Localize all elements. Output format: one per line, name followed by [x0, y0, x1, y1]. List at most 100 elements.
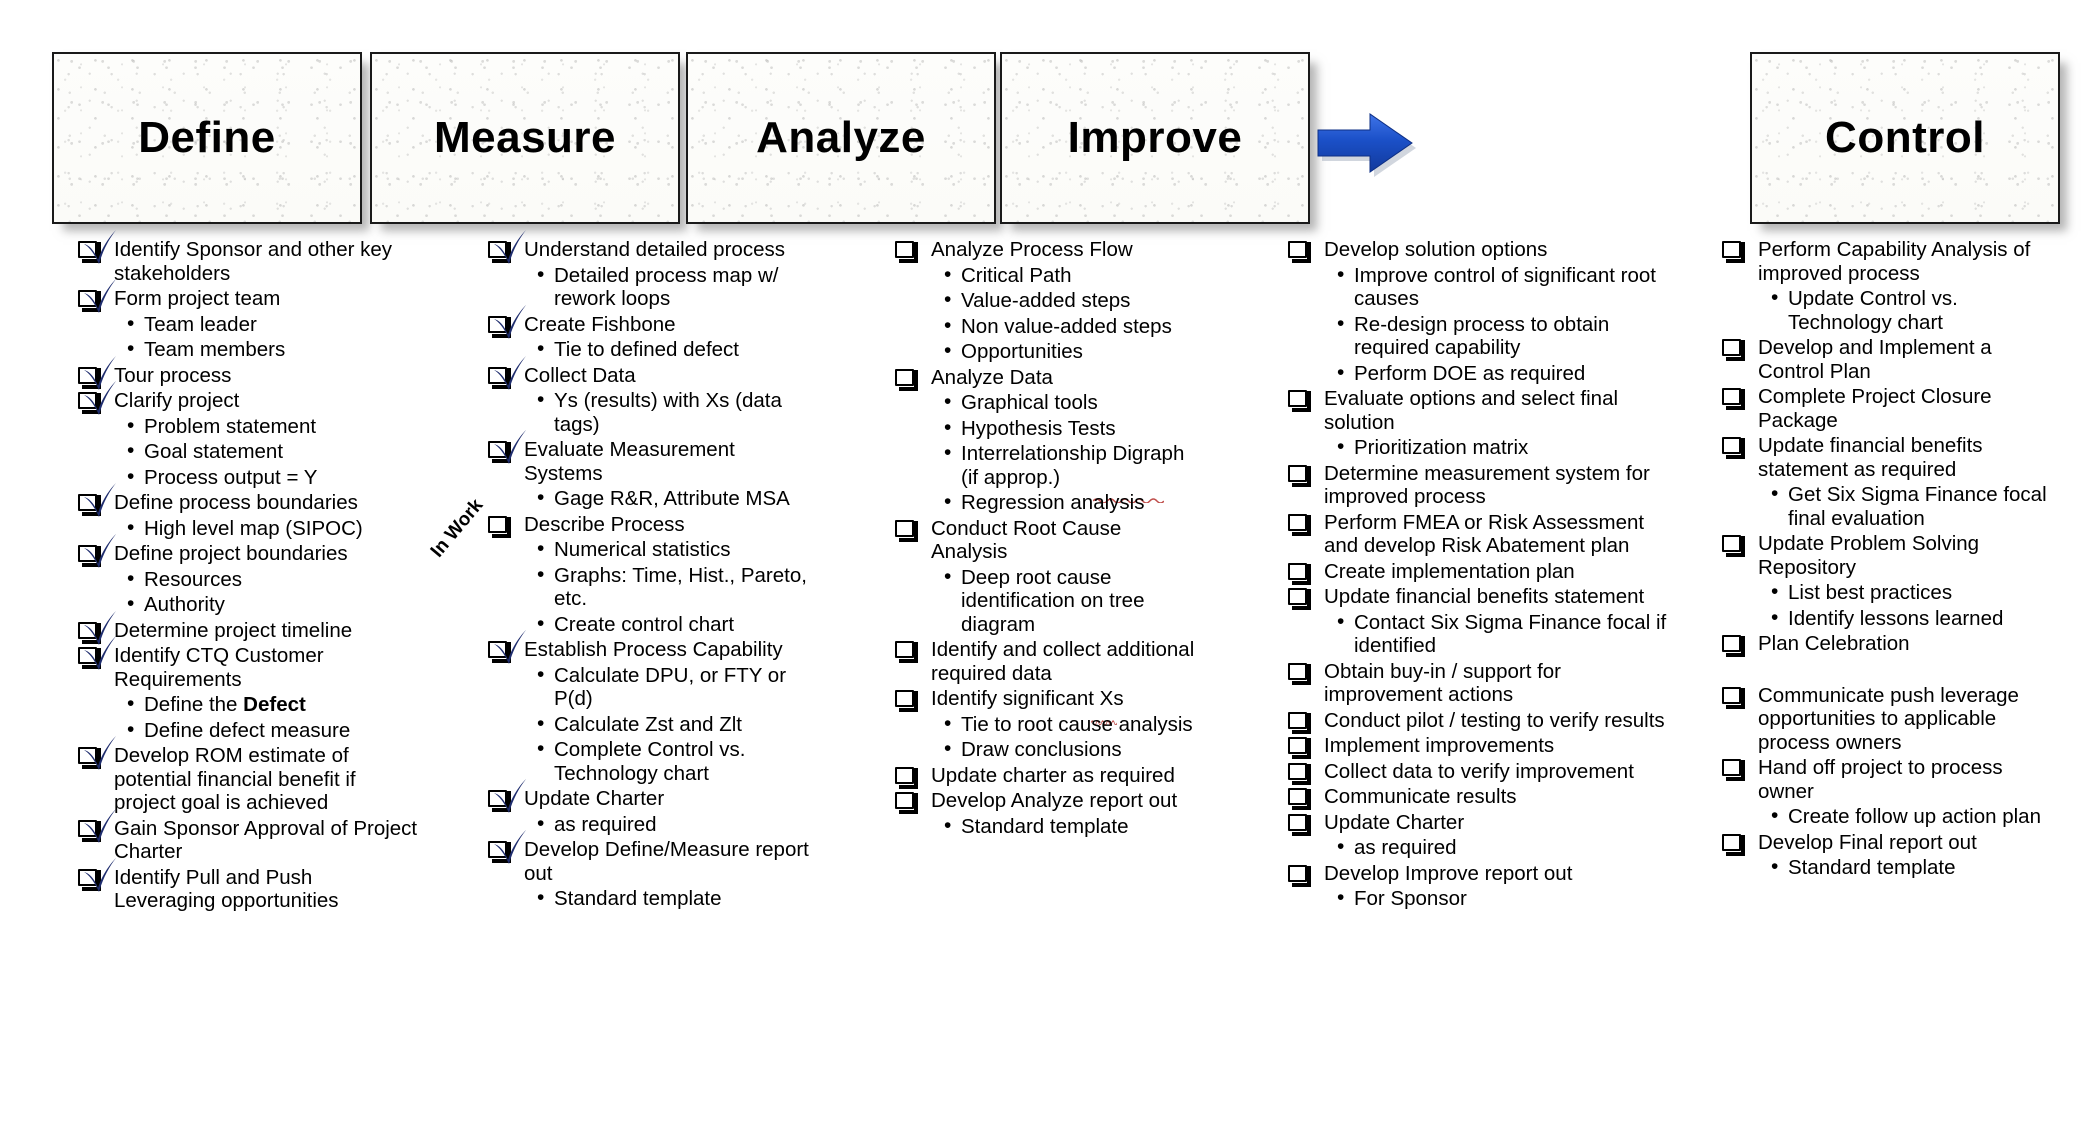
- checklist-item[interactable]: Identify Pull and Push Leveraging opport…: [78, 857, 418, 913]
- checklist-item[interactable]: Form project team: [78, 279, 418, 313]
- checklist-item[interactable]: Conduct Root Cause Analysis: [895, 517, 1200, 564]
- checklist-item[interactable]: Create implementation plan: [1288, 560, 1668, 585]
- checkbox-icon[interactable]: [488, 315, 511, 338]
- checklist-item[interactable]: Develop solution options: [1288, 238, 1668, 263]
- phase-control[interactable]: Control: [1750, 52, 2060, 224]
- checkbox-icon[interactable]: [78, 366, 101, 389]
- phase-define[interactable]: Define: [52, 52, 362, 224]
- checklist-item[interactable]: Clarify project: [78, 381, 418, 415]
- checklist-item[interactable]: Communicate push leverage opportunities …: [1722, 684, 2062, 755]
- checklist-item[interactable]: Update charter as required: [895, 764, 1200, 789]
- checklist-item[interactable]: Update Charter: [1288, 811, 1668, 836]
- checklist-item[interactable]: Hand off project to process owner: [1722, 756, 2062, 803]
- checklist-item[interactable]: Determine measurement system for improve…: [1288, 462, 1668, 509]
- checkbox-icon[interactable]: [895, 368, 918, 391]
- phase-improve[interactable]: Improve: [1000, 52, 1310, 224]
- checkbox-icon[interactable]: [895, 690, 918, 712]
- checklist-item[interactable]: Analyze Data: [895, 366, 1200, 391]
- checkbox-icon[interactable]: [895, 519, 918, 542]
- checklist-item[interactable]: Update Charter: [488, 779, 818, 813]
- checkbox-icon[interactable]: [488, 641, 511, 663]
- checklist-item[interactable]: Gain Sponsor Approval of Project Charter: [78, 808, 418, 864]
- checklist-item[interactable]: Establish Process Capability: [488, 630, 818, 664]
- checklist-item[interactable]: Perform Capability Analysis of improved …: [1722, 238, 2062, 285]
- checkbox-icon[interactable]: [1288, 762, 1311, 785]
- checkbox-icon[interactable]: [1288, 588, 1311, 610]
- checklist-item[interactable]: Evaluate Measurement Systems: [488, 430, 818, 485]
- checkbox-icon[interactable]: [78, 494, 101, 516]
- checkbox-icon[interactable]: [78, 868, 101, 891]
- checkbox-icon[interactable]: [488, 241, 511, 263]
- checklist-item[interactable]: Develop ROM estimate of potential financ…: [78, 736, 418, 815]
- checkbox-icon[interactable]: [895, 641, 918, 663]
- checkbox-icon[interactable]: [1288, 390, 1311, 412]
- checklist-item[interactable]: Evaluate options and select final soluti…: [1288, 387, 1668, 434]
- checkbox-icon[interactable]: [895, 766, 918, 789]
- checklist-item[interactable]: Identify significant Xs: [895, 687, 1200, 726]
- checkbox-icon[interactable]: [895, 241, 918, 263]
- checkbox-icon[interactable]: [78, 747, 101, 769]
- checkbox-icon[interactable]: [1288, 813, 1311, 836]
- checkbox-icon[interactable]: [1288, 662, 1311, 685]
- checkbox-icon[interactable]: [1722, 437, 1745, 459]
- checklist-item[interactable]: Collect Data: [488, 355, 818, 390]
- checkbox-icon[interactable]: [78, 819, 101, 842]
- checkbox-icon[interactable]: [488, 841, 511, 863]
- checklist-item[interactable]: Update financial benefits statement as r…: [1722, 434, 2062, 481]
- checkbox-icon[interactable]: [488, 366, 511, 389]
- checkbox-icon[interactable]: [1288, 864, 1311, 887]
- checkbox-icon[interactable]: [1722, 388, 1745, 410]
- checklist-item[interactable]: Perform FMEA or Risk Assessment and deve…: [1288, 511, 1668, 558]
- checklist-item[interactable]: Obtain buy-in / support for improvement …: [1288, 660, 1668, 707]
- checkbox-icon[interactable]: [1288, 737, 1311, 759]
- checklist-item[interactable]: Update financial benefits statement: [1288, 585, 1668, 610]
- checklist-item[interactable]: Understand detailed process: [488, 230, 818, 264]
- checkbox-icon[interactable]: [78, 290, 101, 312]
- checklist-item[interactable]: Communicate results: [1288, 785, 1668, 810]
- checkbox-icon[interactable]: [1288, 788, 1311, 810]
- checklist-item[interactable]: Develop Improve report out: [1288, 862, 1668, 887]
- checkbox-icon[interactable]: [78, 621, 101, 644]
- checkbox-icon[interactable]: [1288, 562, 1311, 585]
- checkbox-icon[interactable]: [1722, 759, 1745, 781]
- checkbox-icon[interactable]: [1722, 833, 1745, 856]
- checkbox-icon[interactable]: [488, 515, 511, 538]
- checkbox-icon[interactable]: [1288, 513, 1311, 536]
- checklist-item[interactable]: Plan Celebration: [1722, 632, 2062, 657]
- checkbox-icon[interactable]: [1722, 241, 1745, 263]
- checklist-item[interactable]: Determine project timeline: [78, 610, 418, 645]
- checkbox-icon[interactable]: [488, 441, 511, 463]
- checklist-item[interactable]: Develop Analyze report out: [895, 789, 1200, 814]
- checklist-item[interactable]: Conduct pilot / testing to verify result…: [1288, 709, 1668, 734]
- checklist-item[interactable]: Identify CTQ Customer Requirements: [78, 636, 418, 691]
- checkbox-icon[interactable]: [1722, 339, 1745, 361]
- checkbox-icon[interactable]: [1288, 241, 1311, 263]
- checklist-item[interactable]: In Work Describe Process: [427, 494, 818, 561]
- checkbox-icon[interactable]: [78, 647, 101, 669]
- checkbox-icon[interactable]: [895, 792, 918, 814]
- phase-analyze[interactable]: Analyze: [686, 52, 996, 224]
- checkbox-icon[interactable]: [1722, 635, 1745, 657]
- checklist-item[interactable]: Tour process: [78, 355, 418, 390]
- checkbox-icon[interactable]: [1288, 464, 1311, 487]
- checkbox-icon[interactable]: [1288, 711, 1311, 734]
- checkbox-icon[interactable]: [78, 392, 101, 414]
- checklist-item[interactable]: Develop and Implement a Control Plan: [1722, 336, 2062, 383]
- checklist-item[interactable]: Identify and collect additional required…: [895, 638, 1200, 685]
- checklist-item[interactable]: Define project boundaries: [78, 534, 418, 568]
- checklist-item[interactable]: Collect data to verify improvement: [1288, 760, 1668, 785]
- checkbox-icon[interactable]: [1722, 686, 1745, 709]
- checklist-item[interactable]: Identify Sponsor and other key stakehold…: [78, 230, 418, 285]
- checklist-item[interactable]: Develop Define/Measure report out: [488, 830, 818, 885]
- checkbox-icon[interactable]: [488, 790, 511, 812]
- checklist-item[interactable]: Define process boundaries: [78, 483, 418, 517]
- checklist-item[interactable]: Update Problem Solving Repository: [1722, 532, 2062, 579]
- checklist-item[interactable]: Create Fishbone: [488, 304, 818, 339]
- checklist-item[interactable]: Develop Final report out: [1722, 831, 2062, 856]
- checklist-item[interactable]: Complete Project Closure Package: [1722, 385, 2062, 432]
- checkbox-icon[interactable]: [78, 241, 101, 263]
- checkbox-icon[interactable]: [78, 545, 101, 567]
- phase-measure[interactable]: Measure: [370, 52, 680, 224]
- checklist-item[interactable]: Implement improvements: [1288, 734, 1668, 759]
- checkbox-icon[interactable]: [1722, 535, 1745, 557]
